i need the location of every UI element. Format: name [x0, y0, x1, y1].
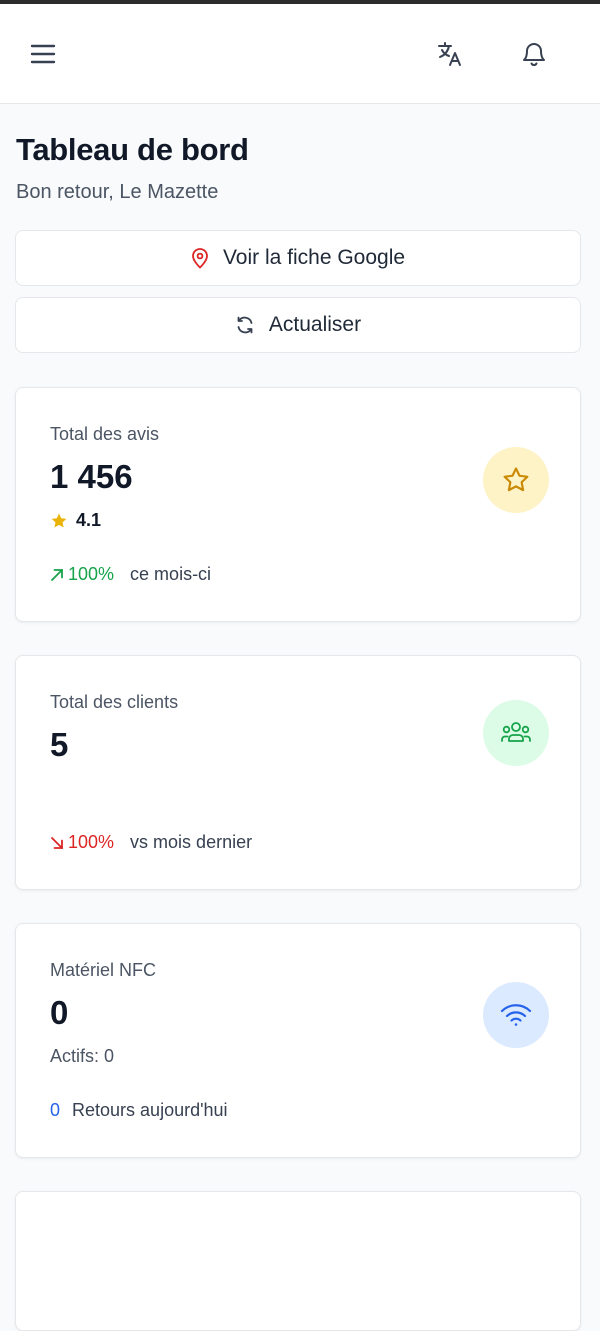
users-icon: [501, 722, 531, 742]
nfc-label: Matériel NFC: [50, 960, 157, 980]
translate-icon: [438, 42, 461, 66]
wifi-icon-badge: [483, 982, 549, 1048]
next-card: [15, 1191, 581, 1331]
refresh-label: Actualiser: [268, 313, 362, 336]
average-rating: 4.1: [50, 510, 101, 531]
star-icon: [503, 467, 529, 492]
nfc-hardware-card: Matériel NFC 0 Actifs: 0 0 Retours aujou…: [15, 923, 581, 1158]
rating-star-icon: [50, 512, 68, 530]
bell-icon: [523, 43, 545, 66]
nfc-returns-today: 0 Retours aujourd'hui: [50, 1100, 228, 1121]
language-button[interactable]: [430, 34, 470, 74]
map-pin-icon: [191, 247, 209, 269]
star-icon-badge: [483, 447, 549, 513]
rating-value: 4.1: [76, 510, 102, 530]
total-reviews-card: Total des avis 1 456 4.1 100% ce mois-ci: [15, 387, 581, 622]
app-header: [0, 4, 600, 104]
total-reviews-value: 1 456: [50, 458, 133, 495]
view-google-listing-button[interactable]: Voir la fiche Google: [15, 230, 581, 286]
nfc-value: 0: [50, 994, 69, 1031]
nfc-active-count: Actifs: 0: [50, 1046, 115, 1066]
reviews-trend-note: ce mois-ci: [130, 564, 212, 584]
reviews-trend: 100% ce mois-ci: [50, 564, 211, 585]
welcome-subtitle: Bon retour, Le Mazette: [16, 181, 219, 203]
view-google-listing-label: Voir la fiche Google: [222, 246, 406, 269]
total-clients-card: Total des clients 5 100% vs mois dernier: [15, 655, 581, 890]
total-clients-value: 5: [50, 726, 69, 763]
trend-down-icon: [51, 836, 63, 849]
returns-label: Retours aujourd'hui: [72, 1100, 228, 1120]
page-title: Tableau de bord: [16, 132, 249, 167]
total-reviews-label: Total des avis: [50, 424, 160, 444]
trend-up-icon: [51, 568, 63, 581]
clients-trend: 100% vs mois dernier: [50, 832, 252, 853]
clients-trend-note: vs mois dernier: [130, 832, 253, 852]
reviews-trend-percent: 100%: [50, 564, 114, 585]
returns-count: 0: [50, 1100, 61, 1120]
refresh-icon: [235, 315, 255, 335]
hamburger-icon: [30, 44, 56, 64]
total-clients-label: Total des clients: [50, 692, 179, 712]
notifications-button[interactable]: [514, 34, 554, 74]
clients-trend-percent: 100%: [50, 832, 114, 853]
refresh-button[interactable]: Actualiser: [15, 297, 581, 353]
users-icon-badge: [483, 700, 549, 766]
wifi-icon: [500, 1004, 532, 1026]
menu-button[interactable]: [23, 34, 63, 74]
